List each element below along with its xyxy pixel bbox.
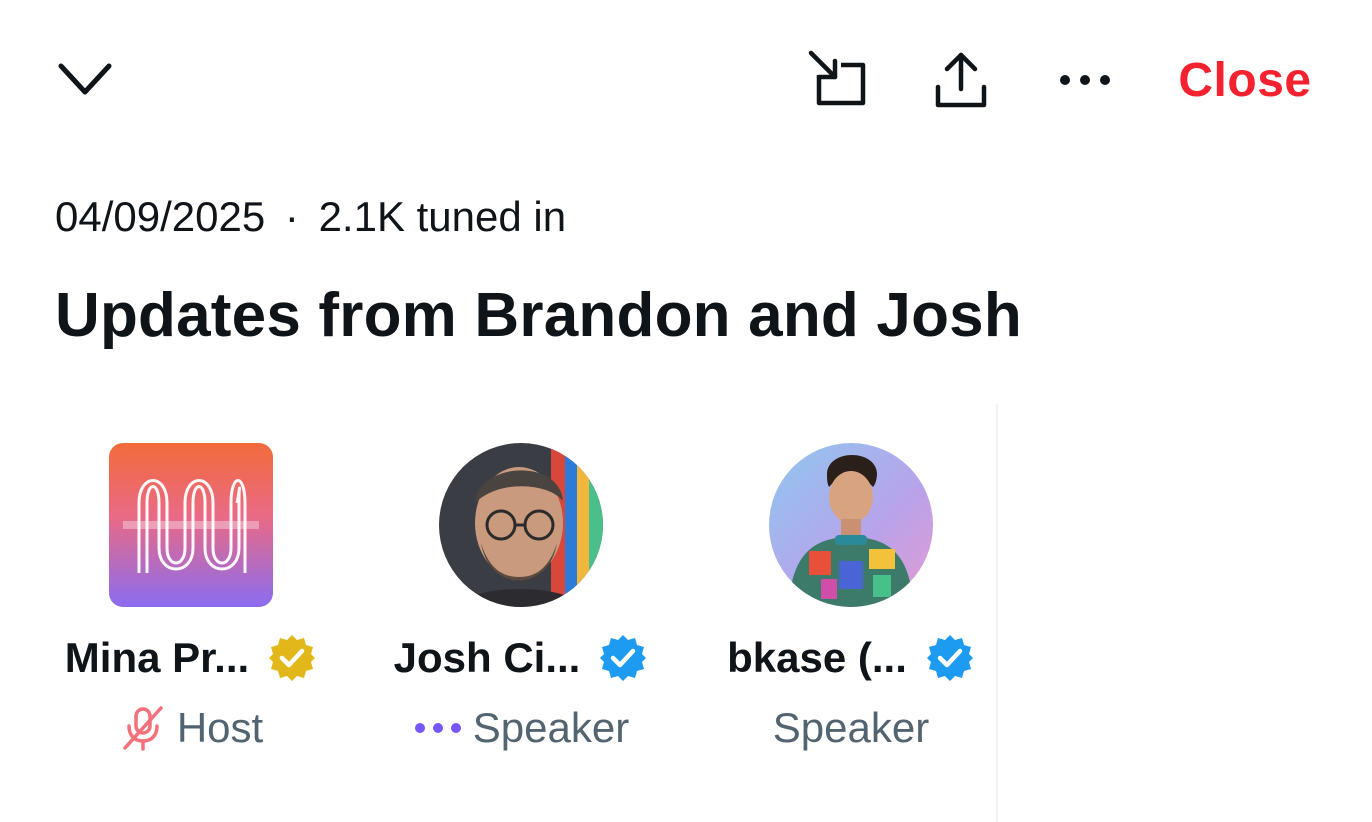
picture-in-picture-icon [808,50,866,106]
more-button[interactable] [1048,50,1122,110]
share-button[interactable] [925,45,997,115]
meta-separator: · [284,193,299,240]
josh-avatar-photo [439,443,603,607]
participant-card[interactable]: Mina Pr... Host [26,440,356,780]
participant-role-row: Speaker [356,700,686,756]
avatar[interactable] [439,443,603,607]
participant-role-row: Host [26,700,356,756]
mic-off-icon [119,704,167,752]
participant-name-row: bkase (... [686,630,1016,686]
space-title: Updates from Brandon and Josh [55,281,1022,350]
avatar[interactable] [109,443,273,607]
close-button[interactable]: Close [1160,48,1330,112]
chevron-down-icon [58,63,112,95]
more-horizontal-icon [1060,75,1110,85]
gold-verified-badge-icon [267,633,317,683]
mina-protocol-logo [109,443,273,607]
participant-name-row: Josh Ci... [356,630,686,686]
participant-card[interactable]: Josh Ci... Speaker [356,440,686,780]
participant-card[interactable]: bkase (... Speaker [686,440,1016,780]
share-icon [935,52,987,108]
participant-role-row: Speaker [686,700,1016,756]
space-header: Close [0,0,1372,160]
participant-name: Mina Pr... [64,634,250,681]
participant-role: Speaker [472,704,630,751]
space-meta: 04/09/2025 · 2.1K tuned in [55,193,566,241]
speaking-dots-icon [413,721,463,735]
blue-verified-badge-icon [598,633,648,683]
blue-verified-badge-icon [925,633,975,683]
participant-role: Speaker [772,704,930,751]
space-date: 04/09/2025 [55,193,266,240]
participant-name: bkase (... [727,634,907,681]
participant-role: Host [176,704,264,751]
picture-in-picture-button[interactable] [800,45,876,115]
avatar[interactable] [769,443,933,607]
collapse-button[interactable] [50,50,120,110]
bkase-avatar-illustration [769,443,933,607]
participant-name: Josh Ci... [393,634,581,681]
participant-name-row: Mina Pr... [26,630,356,686]
listener-count: 2.1K tuned in [318,193,567,240]
